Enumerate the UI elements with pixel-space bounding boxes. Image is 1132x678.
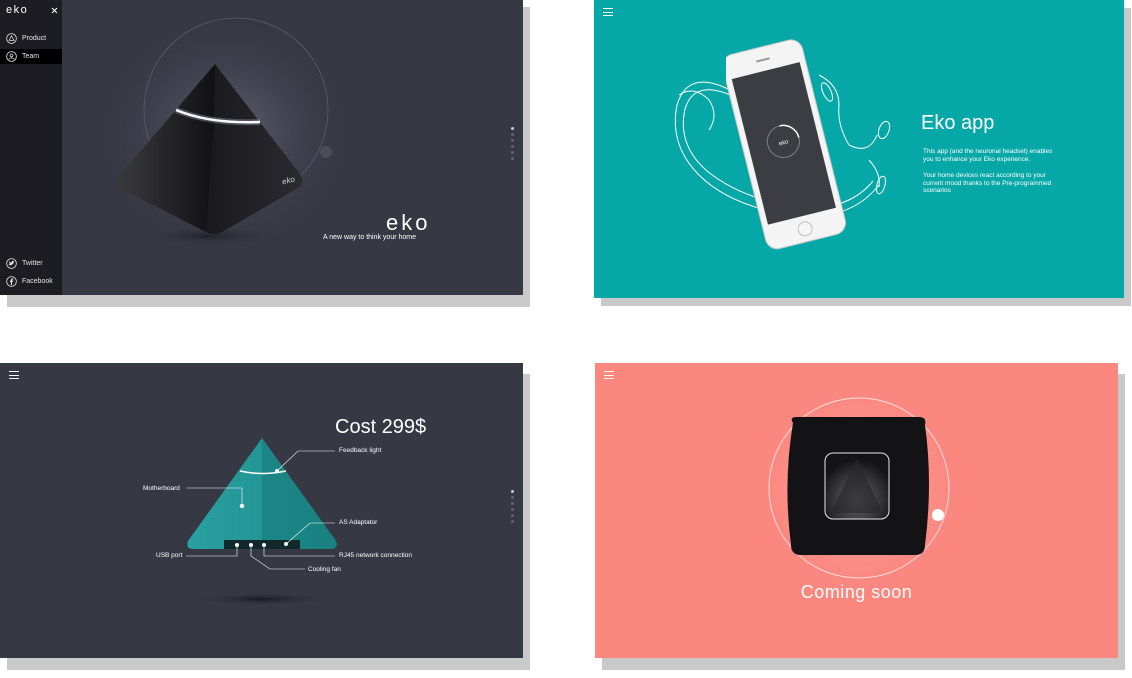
page-dots	[511, 127, 515, 163]
page-dot-active[interactable]	[511, 127, 514, 130]
page-dot[interactable]	[511, 157, 514, 160]
triangle-circle-icon	[6, 33, 17, 44]
page-dot-active[interactable]	[511, 490, 514, 493]
device-top-view	[749, 378, 969, 598]
spec-diagram	[186, 438, 337, 606]
hamburger-menu-icon[interactable]	[603, 8, 613, 16]
page-dot[interactable]	[511, 145, 514, 148]
facebook-icon	[6, 276, 17, 287]
page-dot[interactable]	[511, 133, 514, 136]
person-circle-icon	[6, 51, 17, 62]
sidebar-item-facebook[interactable]: Facebook	[0, 274, 62, 289]
label-rj45: RJ45 network connection	[339, 552, 412, 559]
page-dot[interactable]	[511, 508, 514, 511]
sidebar-item-label: Team	[22, 53, 40, 60]
label-adaptator: AS Adaptator	[339, 519, 378, 526]
sidebar-item-twitter[interactable]: Twitter	[0, 256, 62, 271]
label-cooling-fan: Cooling fan	[308, 566, 341, 573]
label-feedback-light: Feedback light	[339, 447, 382, 454]
sidebar-item-label: Facebook	[22, 278, 53, 285]
label-usb-port: USB port	[156, 552, 183, 559]
panel-coming-soon: Coming soon	[595, 363, 1118, 658]
close-icon[interactable]	[51, 7, 58, 14]
sidebar-item-label: Product	[22, 35, 47, 42]
sidebar: eko Product Team Twitter Facebook	[0, 0, 62, 295]
sidebar-item-team[interactable]: Team	[0, 49, 62, 64]
panel-eko-app: eko Eko app This app (and the neuronal h…	[594, 0, 1124, 298]
page-dot[interactable]	[511, 151, 514, 154]
page-dot[interactable]	[511, 520, 514, 523]
product-logo: eko	[386, 210, 431, 235]
twitter-icon	[6, 258, 17, 269]
phone-image: eko	[726, 39, 846, 250]
coming-soon-text: Coming soon	[800, 582, 913, 602]
page-dot[interactable]	[511, 139, 514, 142]
page-dot[interactable]	[511, 502, 514, 505]
sidebar-logo[interactable]: eko	[6, 4, 28, 16]
pyramid-device-image	[116, 64, 303, 234]
app-description: This app (and the neuronal headset) enab…	[923, 148, 1053, 163]
panel-specs: Cost 299$ Feedback light Motherboard AS …	[0, 363, 523, 658]
sidebar-item-product[interactable]: Product	[0, 31, 62, 46]
app-description-2: Your home devices react according to you…	[923, 172, 1052, 194]
sidebar-item-label: Twitter	[22, 260, 43, 267]
app-title: Eko app	[921, 112, 995, 134]
panel-product-menu: eko eko A new way to think your home eko…	[0, 0, 523, 295]
page-dots	[511, 490, 515, 526]
tagline: A new way to think your home	[323, 234, 416, 241]
page-dot[interactable]	[511, 496, 514, 499]
page-dot[interactable]	[511, 514, 514, 517]
label-motherboard: Motherboard	[143, 485, 180, 492]
